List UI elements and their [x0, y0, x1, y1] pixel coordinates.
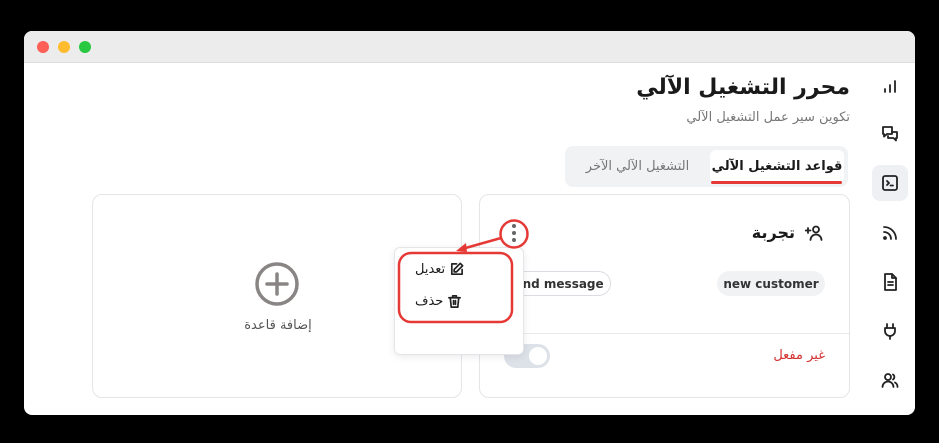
app-window: محرر التشغيل الآلي تكوين سير عمل التشغيل… — [24, 31, 915, 415]
rule-title: تجربة — [751, 223, 795, 242]
bar-chart-icon — [884, 80, 896, 93]
sidebar-item-conversations[interactable] — [872, 116, 908, 152]
menu-item-label: تعديل — [415, 261, 446, 277]
sidebar-item-feeds[interactable] — [872, 215, 908, 251]
tab-other-automation[interactable]: التشغيل الآلي الآخر — [569, 150, 706, 183]
rule-card: تجربة new customer send message غير مفعل — [479, 194, 850, 398]
sidebar-item-documents[interactable] — [872, 264, 908, 300]
status-text: غير مفعل — [773, 348, 825, 363]
chat-bubbles-icon — [882, 126, 898, 142]
menu-item-label: حذف — [415, 293, 444, 309]
toggle-knob — [529, 347, 547, 365]
menu-item-delete[interactable]: حذف — [415, 290, 462, 312]
tag-chip: new customer — [717, 271, 825, 296]
sidebar-item-integrations[interactable] — [872, 313, 908, 349]
sidebar-item-team[interactable] — [872, 362, 908, 398]
close-window-button[interactable] — [37, 41, 49, 53]
tab-automation-rules[interactable]: قواعد التشغيل الآلي — [710, 150, 844, 183]
page-title: محرر التشغيل الآلي — [636, 75, 850, 100]
user-plus-icon — [804, 225, 823, 241]
menu-item-edit[interactable]: تعديل — [415, 258, 464, 280]
terminal-icon — [882, 175, 898, 191]
rule-icon — [804, 223, 825, 243]
active-tab-underline — [711, 181, 842, 184]
plus-circle-icon — [255, 262, 299, 306]
card-divider — [480, 333, 849, 334]
more-options-icon[interactable] — [504, 221, 524, 245]
sidebar-item-automation[interactable] — [872, 165, 908, 201]
users-icon — [881, 373, 899, 388]
plug-icon — [884, 323, 896, 340]
rss-feed-icon — [883, 226, 897, 240]
title-bar — [24, 31, 915, 63]
edit-icon — [451, 262, 464, 275]
minimize-window-button[interactable] — [58, 41, 70, 53]
page-subtitle: تكوين سير عمل التشغيل الآلي — [686, 110, 850, 125]
maximize-window-button[interactable] — [79, 41, 91, 53]
document-icon — [884, 273, 897, 291]
trash-icon — [448, 294, 462, 308]
sidebar-item-analytics[interactable] — [872, 69, 908, 105]
